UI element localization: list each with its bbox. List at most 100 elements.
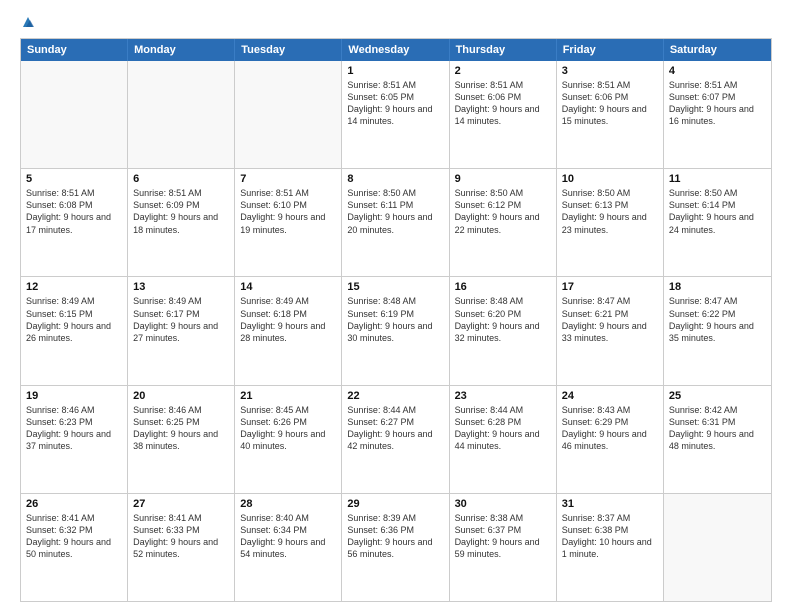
day-cell-12: 12 Sunrise: 8:49 AM Sunset: 6:15 PM Dayli… [21, 277, 128, 384]
day-cell-23: 23 Sunrise: 8:44 AM Sunset: 6:28 PM Dayli… [450, 386, 557, 493]
day-info: Sunrise: 8:47 AM Sunset: 6:22 PM Dayligh… [669, 295, 766, 344]
header-day-tuesday: Tuesday [235, 39, 342, 61]
day-cell-31: 31 Sunrise: 8:37 AM Sunset: 6:38 PM Dayli… [557, 494, 664, 601]
calendar-header: SundayMondayTuesdayWednesdayThursdayFrid… [21, 39, 771, 61]
day-cell-2: 2 Sunrise: 8:51 AM Sunset: 6:06 PM Daylig… [450, 61, 557, 168]
day-number: 16 [455, 281, 551, 293]
day-info: Sunrise: 8:44 AM Sunset: 6:27 PM Dayligh… [347, 404, 443, 453]
day-info: Sunrise: 8:48 AM Sunset: 6:19 PM Dayligh… [347, 295, 443, 344]
day-cell-9: 9 Sunrise: 8:50 AM Sunset: 6:12 PM Daylig… [450, 169, 557, 276]
day-info: Sunrise: 8:51 AM Sunset: 6:07 PM Dayligh… [669, 79, 766, 128]
day-cell-21: 21Sunrise: 8:45 AM Sunset: 6:26 PM Dayli… [235, 386, 342, 493]
day-info: Sunrise: 8:48 AM Sunset: 6:20 PM Dayligh… [455, 295, 551, 344]
day-cell-5: 5 Sunrise: 8:51 AM Sunset: 6:08 PM Daylig… [21, 169, 128, 276]
day-number: 8 [347, 173, 443, 185]
day-info: Sunrise: 8:41 AM Sunset: 6:33 PM Dayligh… [133, 512, 229, 561]
day-cell-3: 3Sunrise: 8:51 AM Sunset: 6:06 PM Daylig… [557, 61, 664, 168]
calendar-row-3: 19Sunrise: 8:46 AM Sunset: 6:23 PM Dayli… [21, 385, 771, 493]
day-cell-13: 13 Sunrise: 8:49 AM Sunset: 6:17 PM Dayli… [128, 277, 235, 384]
day-number: 24 [562, 390, 658, 402]
day-number: 6 [133, 173, 229, 185]
day-info: Sunrise: 8:42 AM Sunset: 6:31 PM Dayligh… [669, 404, 766, 453]
day-info: Sunrise: 8:46 AM Sunset: 6:23 PM Dayligh… [26, 404, 122, 453]
page: SundayMondayTuesdayWednesdayThursdayFrid… [0, 0, 792, 612]
day-cell-24: 24 Sunrise: 8:43 AM Sunset: 6:29 PM Dayli… [557, 386, 664, 493]
day-info: Sunrise: 8:49 AM Sunset: 6:15 PM Dayligh… [26, 295, 122, 344]
day-cell-28: 28 Sunrise: 8:40 AM Sunset: 6:34 PM Dayli… [235, 494, 342, 601]
day-cell-7: 7 Sunrise: 8:51 AM Sunset: 6:10 PM Daylig… [235, 169, 342, 276]
day-info: Sunrise: 8:51 AM Sunset: 6:05 PM Dayligh… [347, 79, 443, 128]
day-cell-8: 8 Sunrise: 8:50 AM Sunset: 6:11 PM Daylig… [342, 169, 449, 276]
day-info: Sunrise: 8:49 AM Sunset: 6:18 PM Dayligh… [240, 295, 336, 344]
empty-cell [128, 61, 235, 168]
day-info: Sunrise: 8:43 AM Sunset: 6:29 PM Dayligh… [562, 404, 658, 453]
day-cell-11: 11 Sunrise: 8:50 AM Sunset: 6:14 PM Dayli… [664, 169, 771, 276]
day-number: 30 [455, 498, 551, 510]
day-number: 27 [133, 498, 229, 510]
header-day-wednesday: Wednesday [342, 39, 449, 61]
day-number: 9 [455, 173, 551, 185]
day-info: Sunrise: 8:46 AM Sunset: 6:25 PM Dayligh… [133, 404, 229, 453]
day-number: 26 [26, 498, 122, 510]
day-number: 5 [26, 173, 122, 185]
day-number: 23 [455, 390, 551, 402]
logo-icon [21, 15, 35, 29]
day-number: 10 [562, 173, 658, 185]
day-info: Sunrise: 8:51 AM Sunset: 6:09 PM Dayligh… [133, 187, 229, 236]
calendar-row-2: 12 Sunrise: 8:49 AM Sunset: 6:15 PM Dayli… [21, 276, 771, 384]
day-info: Sunrise: 8:40 AM Sunset: 6:34 PM Dayligh… [240, 512, 336, 561]
day-number: 1 [347, 65, 443, 77]
day-info: Sunrise: 8:37 AM Sunset: 6:38 PM Dayligh… [562, 512, 658, 561]
day-cell-29: 29 Sunrise: 8:39 AM Sunset: 6:36 PM Dayli… [342, 494, 449, 601]
day-info: Sunrise: 8:39 AM Sunset: 6:36 PM Dayligh… [347, 512, 443, 561]
day-number: 29 [347, 498, 443, 510]
day-info: Sunrise: 8:38 AM Sunset: 6:37 PM Dayligh… [455, 512, 551, 561]
day-number: 4 [669, 65, 766, 77]
day-cell-27: 27 Sunrise: 8:41 AM Sunset: 6:33 PM Dayli… [128, 494, 235, 601]
day-info: Sunrise: 8:50 AM Sunset: 6:14 PM Dayligh… [669, 187, 766, 236]
header-day-saturday: Saturday [664, 39, 771, 61]
day-info: Sunrise: 8:49 AM Sunset: 6:17 PM Dayligh… [133, 295, 229, 344]
logo [20, 18, 35, 28]
day-info: Sunrise: 8:41 AM Sunset: 6:32 PM Dayligh… [26, 512, 122, 561]
header-day-thursday: Thursday [450, 39, 557, 61]
calendar-row-1: 5 Sunrise: 8:51 AM Sunset: 6:08 PM Daylig… [21, 168, 771, 276]
calendar-row-0: 1 Sunrise: 8:51 AM Sunset: 6:05 PM Daylig… [21, 61, 771, 168]
day-number: 31 [562, 498, 658, 510]
day-info: Sunrise: 8:45 AM Sunset: 6:26 PM Dayligh… [240, 404, 336, 453]
header [20, 18, 772, 28]
day-info: Sunrise: 8:51 AM Sunset: 6:06 PM Dayligh… [455, 79, 551, 128]
day-info: Sunrise: 8:50 AM Sunset: 6:12 PM Dayligh… [455, 187, 551, 236]
calendar: SundayMondayTuesdayWednesdayThursdayFrid… [20, 38, 772, 602]
day-info: Sunrise: 8:50 AM Sunset: 6:13 PM Dayligh… [562, 187, 658, 236]
day-number: 13 [133, 281, 229, 293]
day-number: 17 [562, 281, 658, 293]
day-number: 3 [562, 65, 658, 77]
day-number: 7 [240, 173, 336, 185]
day-cell-15: 15 Sunrise: 8:48 AM Sunset: 6:19 PM Dayli… [342, 277, 449, 384]
day-number: 2 [455, 65, 551, 77]
empty-cell [21, 61, 128, 168]
day-cell-1: 1 Sunrise: 8:51 AM Sunset: 6:05 PM Daylig… [342, 61, 449, 168]
day-cell-30: 30 Sunrise: 8:38 AM Sunset: 6:37 PM Dayli… [450, 494, 557, 601]
day-number: 22 [347, 390, 443, 402]
day-cell-4: 4 Sunrise: 8:51 AM Sunset: 6:07 PM Daylig… [664, 61, 771, 168]
day-number: 18 [669, 281, 766, 293]
day-number: 28 [240, 498, 336, 510]
day-info: Sunrise: 8:51 AM Sunset: 6:08 PM Dayligh… [26, 187, 122, 236]
day-number: 20 [133, 390, 229, 402]
day-number: 11 [669, 173, 766, 185]
day-info: Sunrise: 8:51 AM Sunset: 6:10 PM Dayligh… [240, 187, 336, 236]
day-cell-26: 26 Sunrise: 8:41 AM Sunset: 6:32 PM Dayli… [21, 494, 128, 601]
day-info: Sunrise: 8:50 AM Sunset: 6:11 PM Dayligh… [347, 187, 443, 236]
day-cell-20: 20 Sunrise: 8:46 AM Sunset: 6:25 PM Dayli… [128, 386, 235, 493]
day-cell-25: 25Sunrise: 8:42 AM Sunset: 6:31 PM Dayli… [664, 386, 771, 493]
header-day-monday: Monday [128, 39, 235, 61]
day-cell-6: 6 Sunrise: 8:51 AM Sunset: 6:09 PM Daylig… [128, 169, 235, 276]
day-number: 15 [347, 281, 443, 293]
header-day-friday: Friday [557, 39, 664, 61]
day-cell-17: 17Sunrise: 8:47 AM Sunset: 6:21 PM Dayli… [557, 277, 664, 384]
day-info: Sunrise: 8:44 AM Sunset: 6:28 PM Dayligh… [455, 404, 551, 453]
day-cell-19: 19Sunrise: 8:46 AM Sunset: 6:23 PM Dayli… [21, 386, 128, 493]
day-number: 12 [26, 281, 122, 293]
